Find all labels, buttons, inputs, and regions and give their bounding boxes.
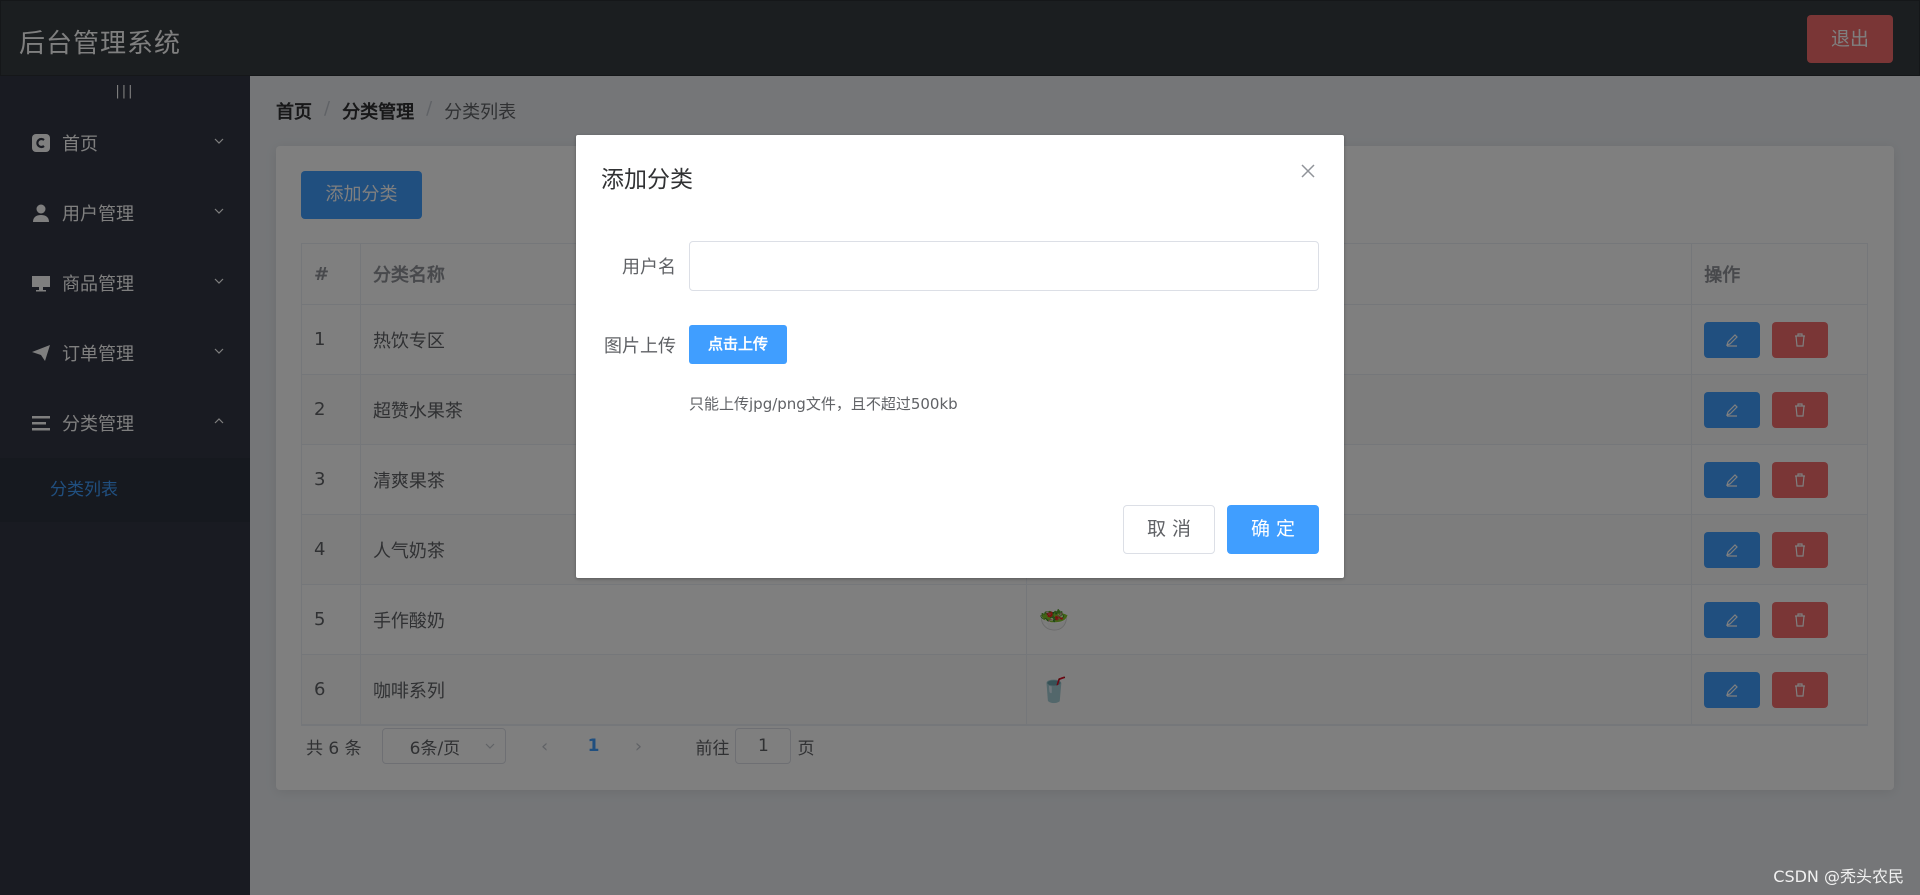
- confirm-button[interactable]: 确 定: [1227, 505, 1319, 554]
- upload-label: 图片上传: [604, 336, 676, 357]
- upload-tip: 只能上传jpg/png文件，且不超过500kb: [689, 395, 958, 413]
- cancel-button[interactable]: 取 消: [1123, 505, 1215, 554]
- dialog-title: 添加分类: [601, 167, 693, 193]
- username-label: 用户名: [622, 257, 676, 278]
- username-input[interactable]: [689, 241, 1319, 291]
- upload-button[interactable]: 点击上传: [689, 325, 787, 364]
- watermark: CSDN @秃头农民: [1773, 867, 1904, 886]
- close-icon[interactable]: [1300, 163, 1316, 179]
- add-category-dialog: 添加分类 用户名 图片上传 点击上传 只能上传jpg/png文件，且不超过500…: [576, 135, 1344, 578]
